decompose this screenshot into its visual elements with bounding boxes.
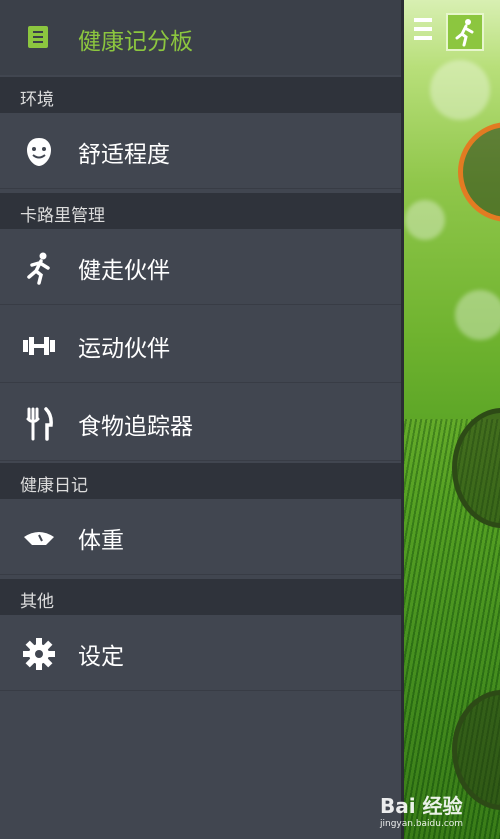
menu-item-weight[interactable]: 体重 [0, 499, 401, 575]
drawer-header[interactable]: 健康记分板 [0, 0, 401, 75]
menu-item-walking[interactable]: 健走伙伴 [0, 229, 401, 305]
menu-item-label: 设定 [78, 644, 124, 670]
comfort-circle[interactable] [458, 122, 500, 222]
section-diary: 健康日记 [0, 463, 401, 499]
drawer-header-label: 健康记分板 [78, 29, 193, 55]
section-calorie: 卡路里管理 [0, 193, 401, 229]
background-scene [400, 0, 500, 839]
gear-icon [23, 638, 55, 670]
smiley-face-icon [27, 138, 51, 166]
menu-item-exercise[interactable]: 运动伙伴 [0, 307, 401, 383]
menu-item-settings[interactable]: 设定 [0, 615, 401, 691]
navigation-drawer: 健康记分板 环境 舒适程度 卡路里管理 健走伙伴 运动伙伴 食物追踪器 健康日记… [0, 0, 401, 839]
menu-item-label: 运动伙伴 [78, 336, 170, 362]
drawer-divider [401, 0, 404, 839]
fork-knife-icon [26, 407, 53, 441]
menu-item-food[interactable]: 食物追踪器 [0, 385, 401, 461]
section-environment: 环境 [0, 77, 401, 113]
section-title: 卡路里管理 [20, 206, 105, 226]
menu-item-label: 食物追踪器 [78, 414, 193, 440]
section-title: 健康日记 [20, 476, 88, 496]
dumbbell-icon [23, 337, 55, 355]
walking-person-icon [27, 252, 50, 285]
menu-item-label: 健走伙伴 [78, 258, 170, 284]
watermark-sub: jingyan.baidu.com [380, 819, 464, 829]
app-logo[interactable] [446, 13, 484, 51]
menu-item-comfort[interactable]: 舒适程度 [0, 113, 401, 189]
menu-item-label: 舒适程度 [78, 142, 170, 168]
section-other: 其他 [0, 579, 401, 615]
scale-icon [24, 532, 54, 545]
section-title: 其他 [20, 592, 54, 612]
scoreboard-icon [28, 26, 48, 48]
section-title: 环境 [20, 90, 54, 110]
menu-icon[interactable] [414, 18, 432, 46]
watermark: Bai 经验 jingyan.baidu.com [380, 790, 463, 829]
watermark-text: Bai 经验 [380, 794, 463, 818]
menu-item-label: 体重 [78, 528, 124, 554]
